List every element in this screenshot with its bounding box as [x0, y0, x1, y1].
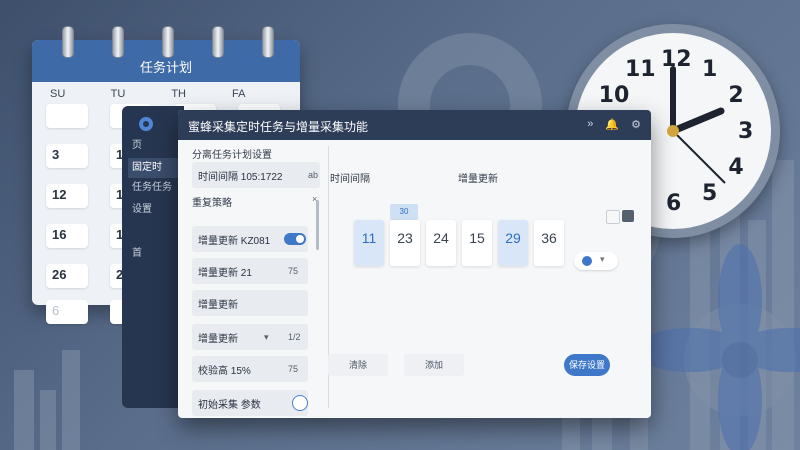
calendar-date-cell[interactable]: 26: [46, 264, 88, 288]
date-card[interactable]: 15: [462, 220, 492, 266]
time-unit: ab: [308, 170, 319, 180]
calendar-day-label: SU: [50, 88, 66, 100]
app-window: 蜜蜂采集定时任务与增量采集功能 » 🔔 ⚙ 分离任务计划设置 时间间隔 105:…: [178, 110, 651, 418]
add-button[interactable]: 添加: [404, 354, 464, 376]
setting-row-value: KZ081: [240, 236, 271, 247]
section-label: 重复策略: [192, 198, 232, 209]
calendar-day-label: TH: [171, 88, 186, 100]
clock-hour-hand: [669, 107, 725, 135]
sidebar-item[interactable]: 页: [128, 136, 184, 156]
setting-row-value: 15%: [230, 366, 251, 377]
chevron-down-icon[interactable]: ▾: [264, 332, 269, 343]
sidebar-item[interactable]: 任务任务: [128, 178, 184, 198]
time-interval-label: 时间间隔: [198, 172, 238, 183]
date-card[interactable]: 24: [426, 220, 456, 266]
left-settings-panel: 分离任务计划设置 时间间隔 105:1722 ab 重复策略 × 增量更新 KZ…: [192, 140, 322, 416]
left-scrollbar[interactable]: [316, 200, 319, 250]
time-interval-field[interactable]: 时间间隔 105:1722: [192, 162, 320, 188]
clock-number: 5: [702, 181, 718, 207]
calendar-date-cell[interactable]: 3: [46, 144, 88, 168]
app-logo-gear-icon: [136, 114, 156, 134]
clock-number: 3: [738, 119, 754, 144]
user-icon[interactable]: ⚙: [631, 118, 641, 131]
chevron-icon[interactable]: »: [587, 118, 593, 131]
setting-row-value: 参数: [240, 400, 261, 411]
date-badge: 30: [390, 204, 418, 220]
setting-row[interactable]: 增量更新: [192, 290, 308, 316]
status-dot-icon: [582, 256, 592, 266]
setting-row[interactable]: 初始采集 参数: [192, 390, 308, 416]
action-bar: 清除 添加 保存设置: [328, 350, 628, 380]
clock-number: 12: [661, 47, 692, 72]
right-label-left: 时间间隔: [330, 174, 370, 185]
sidebar-item[interactable]: 首: [128, 244, 184, 264]
right-label-right: 增量更新: [458, 174, 498, 185]
clock-second-hand: [672, 130, 726, 184]
clock-number: 2: [728, 83, 744, 108]
toggle-switch[interactable]: [284, 233, 306, 245]
clock-number: 1: [702, 56, 718, 82]
calendar-ring: [212, 26, 224, 58]
clock-number: 10: [598, 83, 630, 108]
calendar-date-cell[interactable]: [46, 104, 88, 128]
clock-number: 6: [666, 191, 682, 216]
setting-row-value: 21: [240, 268, 252, 279]
clear-button[interactable]: 清除: [328, 354, 388, 376]
calendar-day-label: FA: [231, 88, 246, 100]
setting-row-label: 增量更新: [198, 334, 238, 345]
setting-row-extra: 75: [288, 266, 299, 276]
checkbox-icon[interactable]: [606, 210, 620, 224]
calendar-date-cell[interactable]: 16: [46, 224, 88, 248]
chevron-down-icon: ▾: [600, 254, 605, 264]
calendar-ring: [62, 26, 74, 58]
app-sidebar: 页固定时 任务任务 设置首: [122, 106, 184, 408]
window-titlebar: 蜜蜂采集定时任务与增量采集功能 » 🔔 ⚙: [178, 110, 651, 140]
status-select[interactable]: [574, 252, 618, 270]
sidebar-item[interactable]: 设置: [128, 200, 184, 220]
date-card[interactable]: 36: [534, 220, 564, 266]
bell-icon[interactable]: 🔔: [605, 118, 619, 131]
setting-row-label: 增量更新: [198, 236, 241, 247]
sidebar-item[interactable]: [128, 222, 184, 242]
titlebar-icons: » 🔔 ⚙: [587, 118, 641, 131]
setting-row-label: 增量更新: [198, 300, 238, 311]
calendar-day-headers: SU TU TH FA: [32, 82, 300, 100]
setting-row-extra: 1/2: [288, 332, 301, 342]
sidebar-item[interactable]: 固定时: [128, 158, 184, 178]
date-card[interactable]: 11: [354, 220, 384, 266]
calendar-date-cell[interactable]: 12: [46, 184, 88, 208]
checkbox-checked-icon[interactable]: [622, 210, 634, 222]
calendar-ring: [262, 26, 274, 58]
calendar-date-cell[interactable]: 6: [46, 300, 88, 324]
calendar-ring: [112, 26, 124, 58]
calendar-ring: [162, 26, 174, 58]
window-title: 蜜蜂采集定时任务与增量采集功能: [188, 120, 369, 134]
time-interval-value: 105:1722: [240, 172, 283, 183]
clock-center: [667, 125, 679, 137]
clock-number: 4: [728, 155, 744, 180]
setting-row-extra: 75: [288, 364, 299, 374]
date-card[interactable]: 29: [498, 220, 528, 266]
setting-row-label: 校验高: [198, 366, 231, 377]
panel-heading: 分离任务计划设置: [192, 150, 272, 161]
calendar-day-label: TU: [110, 88, 126, 100]
setting-row-label: 增量更新: [198, 268, 241, 279]
setting-row-label: 初始采集: [198, 400, 241, 411]
save-settings-button[interactable]: 保存设置: [564, 354, 610, 376]
radio-button[interactable]: [292, 395, 308, 411]
date-card[interactable]: 23: [390, 220, 420, 266]
clock-number: 11: [625, 56, 656, 82]
